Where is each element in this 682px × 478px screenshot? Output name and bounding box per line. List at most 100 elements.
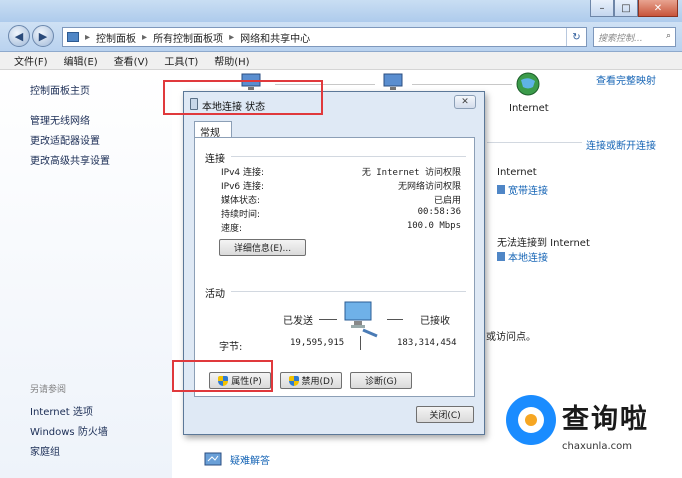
group-divider [231,291,466,292]
diagnose-button[interactable]: 诊断(G) [350,372,412,389]
search-input[interactable]: 搜索控制... ⌕ [593,27,676,47]
network-activity-icon [343,298,379,338]
bytes-received-value: 183,314,454 [397,338,457,348]
search-placeholder: 搜索控制... [598,34,643,44]
search-icon: ⌕ [665,31,671,41]
ipv6-label: IPv6 连接: [221,182,265,192]
section-divider [487,142,582,143]
control-panel-icon [67,32,79,42]
group-divider [231,156,466,157]
watermark-brand: 查询啦 [562,404,649,435]
local-connection-label: 本地连接 [508,253,548,264]
breadcrumb-separator: ▸ [85,31,91,43]
ipv4-value: 无 Internet 访问权限 [361,168,461,178]
sent-label: 已发送 [283,316,313,327]
nav-internet-options[interactable]: Internet 选项 [30,403,93,418]
title-highlight-box [163,80,323,115]
network-small-icon [497,185,505,194]
nav-windows-firewall[interactable]: Windows 防火墙 [30,423,108,438]
see-also-heading: 另请参阅 [30,385,67,395]
close-icon: ✕ [461,97,469,107]
watermark-url: chaxunla.com [562,441,632,452]
duration-row: 持续时间: 00:58:36 [221,207,461,220]
details-button[interactable]: 详细信息(E)... [219,239,306,256]
duration-value: 00:58:36 [417,207,461,217]
nav-advanced-sharing[interactable]: 更改高级共享设置 [30,152,110,167]
breadcrumb-network-center[interactable]: 网络和共享中心 [240,30,310,45]
internet-globe-icon [516,72,540,96]
access-type-1: Internet [497,167,537,178]
troubleshoot-link[interactable]: 疑难解答 [230,452,270,467]
properties-highlight-box [172,360,273,392]
media-state-row: 媒体状态: 已启用 [221,193,461,206]
breadcrumb-control-panel[interactable]: 控制面板 [96,30,136,45]
speed-row: 速度: 100.0 Mbps [221,221,461,234]
received-label: 已接收 [420,316,450,327]
ipv4-row: IPv4 连接: 无 Internet 访问权限 [221,165,461,178]
ipv6-value: 无网络访问权限 [397,182,461,192]
window-controls: – □ ✕ [590,0,678,17]
map-line [412,84,512,85]
left-nav-pane: 控制面板主页 管理无线网络 更改适配器设置 更改高级共享设置 另请参阅 Inte… [0,70,172,478]
watermark: 查询啦 chaxunla.com [504,393,682,478]
menu-file[interactable]: 文件(F) [14,53,48,68]
disable-button-label: 禁用(D) [301,377,334,387]
connect-disconnect-link[interactable]: 连接或断开连接 [586,137,656,152]
watermark-logo [506,395,556,445]
broadband-connection-label: 宽带连接 [508,186,548,197]
network-small-icon [497,252,505,261]
breadcrumb-separator: ▸ [229,31,235,43]
refresh-icon: ↻ [572,31,581,43]
disable-button[interactable]: 禁用(D) [280,372,342,389]
partial-description: 或访问点。 [486,332,536,343]
view-full-map-link[interactable]: 查看完整映射 [596,72,656,87]
menu-edit[interactable]: 编辑(E) [64,53,98,68]
network-icon [382,72,404,92]
nav-homegroup[interactable]: 家庭组 [30,443,60,458]
menu-help[interactable]: 帮助(H) [214,53,249,68]
bytes-separator [360,336,361,350]
close-window-button[interactable]: ✕ [638,0,678,17]
ipv4-label: IPv4 连接: [221,168,265,178]
menu-bar: 文件(F) 编辑(E) 查看(V) 工具(T) 帮助(H) [0,52,682,70]
speed-label: 速度: [221,224,243,234]
menu-view[interactable]: 查看(V) [114,53,149,68]
activity-group-label: 活动 [205,289,225,300]
media-state-value: 已启用 [433,196,461,206]
broadband-connection-link[interactable]: 宽带连接 [497,182,548,197]
close-button[interactable]: 关闭(C) [416,406,474,423]
menu-tools[interactable]: 工具(T) [164,53,198,68]
back-button[interactable]: ◀ [8,25,30,47]
nav-change-adapter[interactable]: 更改适配器设置 [30,132,100,147]
bytes-sent-value: 19,595,915 [290,338,345,348]
general-tab-panel: 连接 IPv4 连接: 无 Internet 访问权限 IPv6 连接: 无网络访问… [194,137,475,397]
internet-label: Internet [509,103,549,114]
shield-icon [288,375,299,386]
connection-group-label: 连接 [205,154,225,165]
breadcrumb-separator: ▸ [142,31,148,43]
window-titlebar: – □ ✕ [0,0,682,22]
sent-dash [319,319,337,320]
media-state-label: 媒体状态: [221,196,261,206]
breadcrumb-all-items[interactable]: 所有控制面板项 [153,30,223,45]
refresh-button[interactable]: ↻ [566,28,586,46]
arrow-left-icon: ◀ [14,29,24,43]
nav-manage-wireless[interactable]: 管理无线网络 [30,112,90,127]
speed-value: 100.0 Mbps [406,221,461,231]
local-connection-link[interactable]: 本地连接 [497,249,548,264]
minimize-button[interactable]: – [590,0,614,17]
forward-button[interactable]: ▶ [32,25,54,47]
address-row: ◀ ▶ ▸ 控制面板 ▸ 所有控制面板项 ▸ 网络和共享中心 ↻ 搜索控制...… [0,22,682,52]
arrow-right-icon: ▶ [38,29,48,43]
troubleshoot-icon [204,452,222,468]
nav-control-panel-home[interactable]: 控制面板主页 [30,82,90,97]
access-type-2: 无法连接到 Internet [497,238,590,249]
tab-general[interactable]: 常规 [194,121,232,139]
dialog-close-x-button[interactable]: ✕ [454,95,476,109]
address-bar[interactable]: ▸ 控制面板 ▸ 所有控制面板项 ▸ 网络和共享中心 [62,27,587,47]
bytes-label: 字节: [219,342,243,353]
duration-label: 持续时间: [221,210,261,220]
received-dash [387,319,403,320]
ipv6-row: IPv6 连接: 无网络访问权限 [221,179,461,192]
maximize-button[interactable]: □ [614,0,638,17]
